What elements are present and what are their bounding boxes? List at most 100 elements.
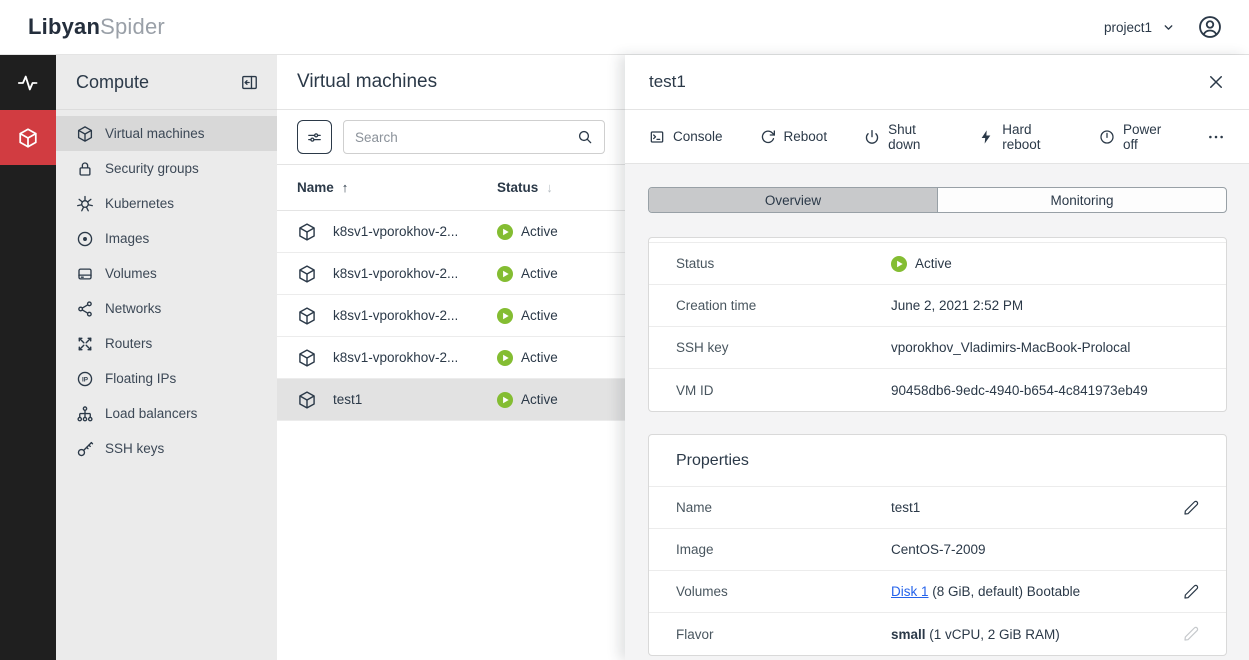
- sidebar-item-load-balancers[interactable]: Load balancers: [56, 396, 277, 431]
- sidebar-item-label: Volumes: [105, 266, 157, 281]
- action-label: Hard reboot: [1002, 122, 1062, 152]
- console-icon: [649, 129, 665, 145]
- status-badge: Active: [521, 308, 558, 323]
- power-off-circle-icon: [1099, 129, 1115, 145]
- properties-card: Properties Name test1 Image CentOS-7-200…: [648, 434, 1227, 656]
- account-icon[interactable]: [1197, 14, 1223, 40]
- sidebar-item-volumes[interactable]: Volumes: [56, 256, 277, 291]
- cube-icon: [17, 127, 39, 149]
- project-switcher[interactable]: project1: [1104, 20, 1175, 35]
- edit-name-icon[interactable]: [1183, 500, 1199, 516]
- column-label: Status: [497, 180, 538, 195]
- filter-button[interactable]: [297, 120, 332, 154]
- vm-name: k8sv1-vporokhov-2...: [333, 350, 458, 365]
- action-label: Reboot: [784, 129, 828, 144]
- rail-item-activity[interactable]: [0, 55, 56, 110]
- hard-reboot-button[interactable]: Hard reboot: [978, 122, 1062, 152]
- status-badge: Active: [521, 224, 558, 239]
- compute-sidebar: Compute Virtual machines Security groups: [56, 55, 277, 660]
- sidebar-item-kubernetes[interactable]: Kubernetes: [56, 186, 277, 221]
- action-label: Console: [673, 129, 723, 144]
- sidebar-item-label: Security groups: [105, 161, 199, 176]
- column-header-name[interactable]: Name ↑: [297, 180, 497, 195]
- project-name: project1: [1104, 20, 1152, 35]
- disk-link[interactable]: Disk 1: [891, 584, 929, 599]
- info-value: Active: [915, 256, 952, 271]
- sidebar-item-images[interactable]: Images: [56, 221, 277, 256]
- column-header-status[interactable]: Status ↓: [497, 180, 553, 195]
- status-active-icon: [891, 256, 907, 272]
- status-active-icon: [497, 392, 513, 408]
- vm-name: k8sv1-vporokhov-2...: [333, 308, 458, 323]
- power-off-button[interactable]: Power off: [1099, 122, 1170, 152]
- reboot-button[interactable]: Reboot: [760, 129, 828, 145]
- detail-content: Overview Monitoring Status Active Creati…: [625, 164, 1249, 660]
- info-label: VM ID: [676, 383, 891, 398]
- tab-bar: Overview Monitoring: [648, 187, 1227, 213]
- cube-icon: [297, 222, 317, 242]
- status-badge: Active: [521, 266, 558, 281]
- action-label: Power off: [1123, 122, 1170, 152]
- vm-name: test1: [333, 392, 362, 407]
- lock-icon: [76, 160, 94, 178]
- edit-volumes-icon[interactable]: [1183, 584, 1199, 600]
- property-value: test1: [891, 500, 920, 515]
- status-badge: Active: [521, 392, 558, 407]
- property-value: CentOS-7-2009: [891, 542, 986, 557]
- property-label: Volumes: [676, 584, 891, 599]
- disc-icon: [76, 230, 94, 248]
- status-active-icon: [497, 224, 513, 240]
- property-value-rest: (1 vCPU, 2 GiB RAM): [926, 627, 1060, 642]
- action-label: Shut down: [888, 122, 941, 152]
- info-value: vporokhov_Vladimirs-MacBook-Prolocal: [891, 340, 1130, 355]
- search-input[interactable]: [355, 130, 577, 145]
- sidebar-item-label: Load balancers: [105, 406, 197, 421]
- sliders-icon: [306, 129, 323, 146]
- info-row-ssh-key: SSH key vporokhov_Vladimirs-MacBook-Prol…: [649, 327, 1226, 369]
- table-row[interactable]: k8sv1-vporokhov-2... Active: [277, 295, 625, 337]
- info-row-vm-id: VM ID 90458db6-9edc-4940-b654-4c841973eb…: [649, 369, 1226, 411]
- sidebar-item-routers[interactable]: Routers: [56, 326, 277, 361]
- app-header: LibyanSpider project1: [0, 0, 1249, 55]
- table-row[interactable]: k8sv1-vporokhov-2... Active: [277, 211, 625, 253]
- sidebar-item-networks[interactable]: Networks: [56, 291, 277, 326]
- lightning-icon: [978, 129, 994, 145]
- console-button[interactable]: Console: [649, 129, 723, 145]
- status-badge: Active: [521, 350, 558, 365]
- cube-icon: [76, 125, 94, 143]
- table-row[interactable]: k8sv1-vporokhov-2... Active: [277, 253, 625, 295]
- rail-item-compute[interactable]: [0, 110, 56, 165]
- tab-overview[interactable]: Overview: [649, 188, 938, 212]
- sidebar-item-ssh-keys[interactable]: SSH keys: [56, 431, 277, 466]
- property-row-image: Image CentOS-7-2009: [649, 529, 1226, 571]
- close-icon[interactable]: [1207, 73, 1225, 91]
- info-value: June 2, 2021 2:52 PM: [891, 298, 1023, 313]
- sidebar-item-security-groups[interactable]: Security groups: [56, 151, 277, 186]
- info-label: Status: [676, 256, 891, 271]
- vm-list-panel: Virtual machines Name ↑ Status ↓: [277, 55, 625, 660]
- arrows-icon: [76, 335, 94, 353]
- vm-info-card: Status Active Creation time June 2, 2021…: [648, 237, 1227, 412]
- property-row-volumes: Volumes Disk 1 (8 GiB, default) Bootable: [649, 571, 1226, 613]
- sidebar-item-label: Floating IPs: [105, 371, 176, 386]
- collapse-sidebar-icon[interactable]: [240, 73, 259, 92]
- more-options-icon[interactable]: [1207, 128, 1225, 146]
- sidebar-item-virtual-machines[interactable]: Virtual machines: [56, 116, 277, 151]
- key-icon: [76, 440, 94, 458]
- sidebar-item-label: Networks: [105, 301, 161, 316]
- page-title: Virtual machines: [297, 71, 437, 93]
- sidebar-item-label: Images: [105, 231, 149, 246]
- table-row[interactable]: k8sv1-vporokhov-2... Active: [277, 337, 625, 379]
- tab-monitoring[interactable]: Monitoring: [938, 188, 1226, 212]
- card-title: Properties: [676, 452, 749, 470]
- ip-circle-icon: IP: [76, 370, 94, 388]
- shutdown-button[interactable]: Shut down: [864, 122, 941, 152]
- table-row-selected[interactable]: test1 Active: [277, 379, 625, 421]
- property-value-bold: small: [891, 627, 926, 642]
- property-label: Flavor: [676, 627, 891, 642]
- sidebar-item-floating-ips[interactable]: IP Floating IPs: [56, 361, 277, 396]
- column-label: Name: [297, 180, 334, 195]
- info-label: SSH key: [676, 340, 891, 355]
- search-icon[interactable]: [577, 129, 593, 145]
- cube-icon: [297, 306, 317, 326]
